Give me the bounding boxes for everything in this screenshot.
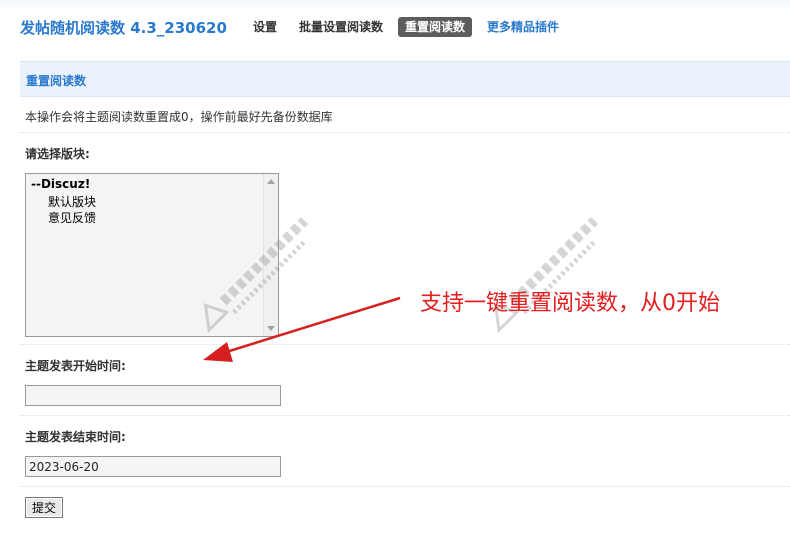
plugin-title: 发帖随机阅读数 4.3_230620 bbox=[20, 19, 227, 37]
forum-select-label: 请选择版块: bbox=[25, 147, 90, 161]
divider bbox=[20, 415, 790, 416]
submit-button[interactable]: 提交 bbox=[25, 497, 63, 518]
plugin-nav: 设置 批量设置阅读数 重置阅读数 更多精品插件 bbox=[246, 17, 574, 37]
section-note: 本操作会将主题阅读数重置成0，操作前最好先备份数据库 bbox=[25, 110, 333, 124]
start-time-label: 主题发表开始时间: bbox=[25, 359, 126, 373]
tab-reset-views[interactable]: 重置阅读数 bbox=[398, 17, 473, 37]
annotation-arrow-icon bbox=[203, 296, 401, 362]
section-title: 重置阅读数 bbox=[26, 74, 87, 88]
scroll-up-arrow-icon[interactable] bbox=[267, 179, 275, 184]
forum-option-default[interactable]: 默认版块 bbox=[48, 193, 96, 210]
tab-batch-set-views[interactable]: 批量设置阅读数 bbox=[292, 17, 390, 37]
forum-option-group[interactable]: --Discuz! bbox=[31, 177, 90, 191]
link-more-plugins[interactable]: 更多精品插件 bbox=[480, 17, 566, 37]
start-time-input[interactable] bbox=[25, 385, 281, 406]
forum-option-feedback[interactable]: 意见反馈 bbox=[48, 209, 96, 226]
end-time-input[interactable] bbox=[25, 456, 281, 477]
divider bbox=[20, 486, 790, 487]
divider bbox=[20, 132, 790, 133]
tab-settings[interactable]: 设置 bbox=[246, 17, 284, 37]
section-header: 重置阅读数 bbox=[20, 61, 790, 97]
annotation-text: 支持一键重置阅读数，从0开始 bbox=[420, 291, 720, 316]
watermark-logo-icon bbox=[493, 216, 599, 334]
end-time-label: 主题发表结束时间: bbox=[25, 430, 126, 444]
